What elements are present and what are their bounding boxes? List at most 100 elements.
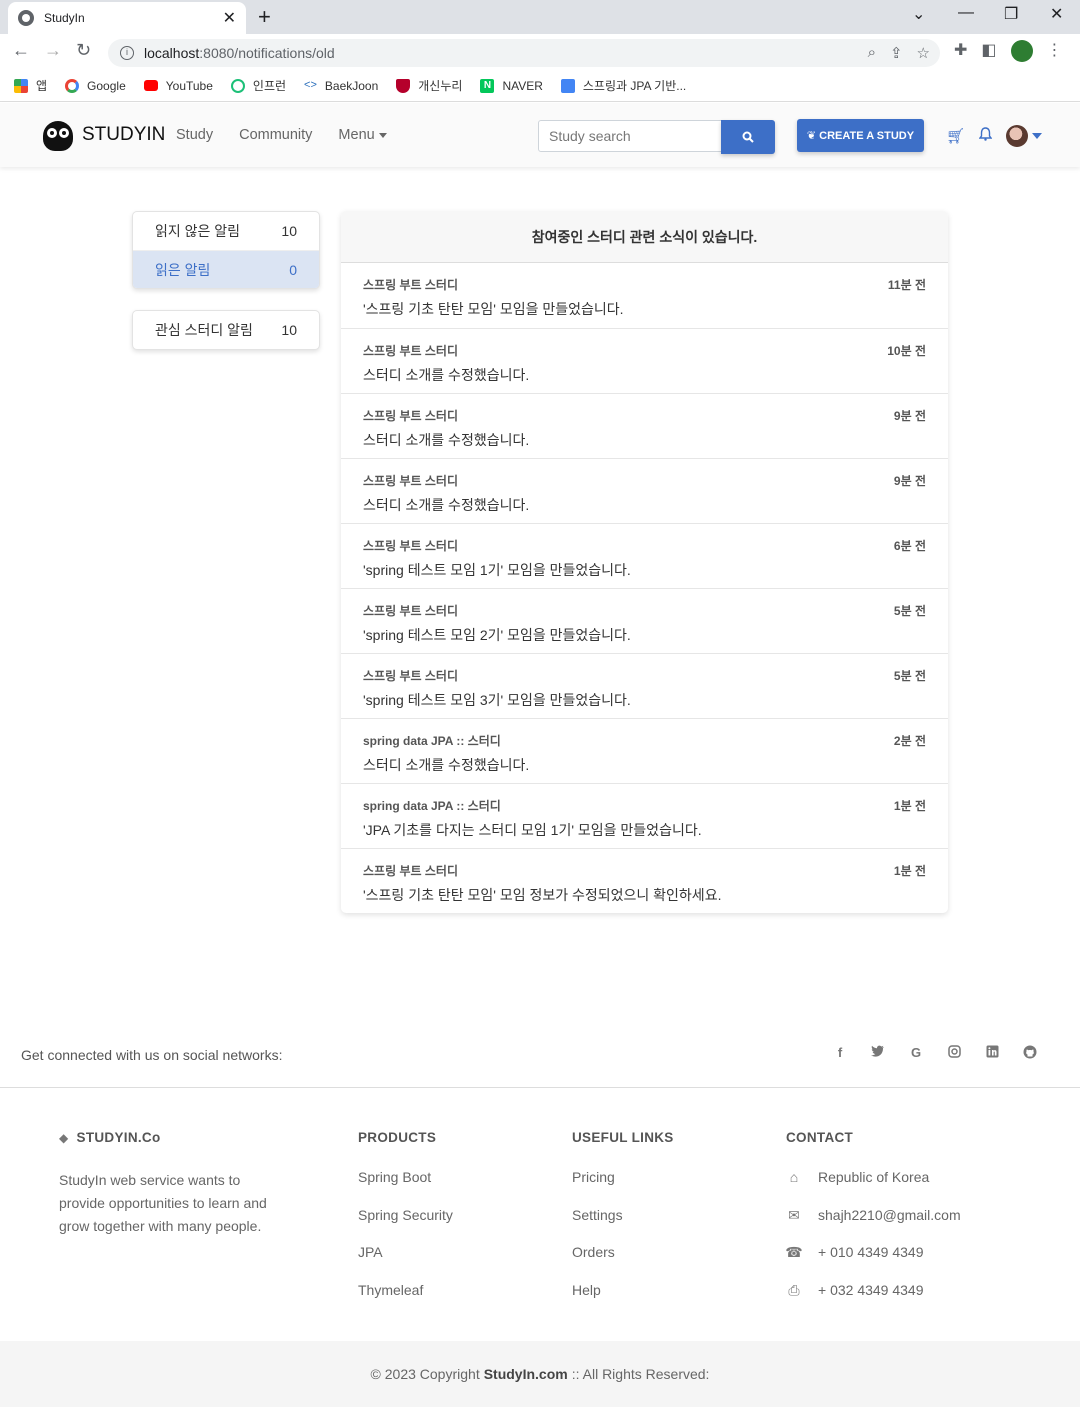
github-icon[interactable] [1022,1045,1038,1061]
nav-study-link[interactable]: Study [176,127,213,143]
share-icon[interactable]: ⇪ [890,44,903,62]
footer-link-spring-boot[interactable]: Spring Boot [358,1169,453,1207]
footer-link-orders[interactable]: Orders [572,1244,674,1282]
notification-item[interactable]: 스프링 부트 스터디 5분 전 'spring 테스트 모임 2기' 모임을 만들었… [341,588,948,653]
tab-search-icon[interactable]: ⌄ [912,4,925,24]
minimize-icon[interactable]: — [958,4,974,22]
close-window-icon[interactable]: ✕ [1050,4,1063,24]
social-text: Get connected with us on social networks… [21,1047,283,1063]
footer-link-jpa[interactable]: JPA [358,1244,453,1282]
reload-icon[interactable]: ↻ [76,40,91,61]
bookmark-naver[interactable]: N NAVER [480,78,543,93]
bell-icon[interactable] [978,127,993,145]
bookmark-youtube[interactable]: YouTube [143,79,213,93]
notification-time: 9분 전 [893,474,926,488]
naver-icon: N [480,78,495,93]
notification-time: 10분 전 [887,344,926,358]
apps-grid-icon [14,78,28,93]
home-icon: ⌂ [789,1169,799,1185]
facebook-icon[interactable]: f [832,1045,848,1061]
notification-filter-group: 읽지 않은 알림 10 읽은 알림 0 [132,211,320,289]
instagram-icon[interactable] [946,1045,962,1061]
sidebar-item-interest[interactable]: 관심 스터디 알림 10 [133,311,319,349]
sidebar-item-read[interactable]: 읽은 알림 0 [133,250,319,288]
site-info-icon[interactable]: i [120,46,134,60]
twitter-icon[interactable] [870,1045,886,1061]
notification-item[interactable]: 스프링 부트 스터디 9분 전 스터디 소개를 수정했습니다. [341,458,948,523]
profile-avatar[interactable] [1010,40,1033,62]
study-search-input[interactable] [538,120,722,152]
notification-study-name: 스프링 부트 스터디 [363,344,458,358]
notification-message: 스터디 소개를 수정했습니다. [363,757,530,773]
footer-company-column: ◆ STUDYIN.Co StudyIn web service wants t… [59,1130,289,1238]
site-logo[interactable]: STUDYIN [40,117,165,153]
bookmark-gaesin[interactable]: 개신누리 [396,77,462,94]
contact-phone: ☎ + 010 4349 4349 [785,1244,924,1260]
contact-email: ✉ shajh2210@gmail.com [786,1207,961,1245]
new-tab-icon[interactable]: + [258,4,271,30]
bookmark-google[interactable]: Google [65,78,126,93]
zoom-icon[interactable]: ⌕ [868,44,876,62]
footer-link-settings[interactable]: Settings [572,1207,674,1245]
notification-list: 스프링 부트 스터디 11분 전 '스프링 기초 탄탄 모임' 모임을 만들었습니다… [341,263,948,913]
notification-item[interactable]: 스프링 부트 스터디 5분 전 'spring 테스트 모임 3기' 모임을 만들었… [341,653,948,718]
search-button[interactable] [721,120,775,154]
count-badge: 10 [281,322,297,338]
cart-icon[interactable]: 🛒︎ [946,127,965,145]
footer-link-spring-security[interactable]: Spring Security [358,1207,453,1245]
notification-item[interactable]: 스프링 부트 스터디 10분 전스터디 소개를 수정했습니다. [341,328,948,393]
search-icon [742,131,754,143]
bookmark-inflearn[interactable]: 인프런 [230,77,286,94]
notification-item[interactable]: 스프링 부트 스터디 1분 전 '스프링 기초 탄탄 모임' 모임 정보가 수정되었… [341,848,948,913]
notification-message: 'spring 테스트 모임 3기' 모임을 만들었습니다. [363,692,631,708]
notification-time: 1분 전 [893,799,926,813]
bookmark-baekjoon[interactable]: <> BaekJoon [304,79,378,93]
notification-study-name: spring data JPA :: 스터디 [363,734,501,748]
bookmarks-bar: 앱 Google YouTube 인프런 <> BaekJoon 개신누리 N NA… [0,70,1080,102]
notification-study-name: 스프링 부트 스터디 [363,539,458,553]
bookmark-apps[interactable]: 앱 [14,77,47,94]
restore-icon[interactable]: ❐ [1004,4,1018,24]
bookmark-docs[interactable]: 스프링과 JPA 기반... [560,77,686,94]
notification-time: 5분 전 [893,604,926,618]
footer-link-thymeleaf[interactable]: Thymeleaf [358,1282,453,1320]
notification-item[interactable]: 스프링 부트 스터디 9분 전 스터디 소개를 수정했습니다. [341,393,948,458]
back-icon[interactable]: ← [12,40,30,61]
create-study-button[interactable]: ❦ CREATE A STUDY [797,119,924,152]
notification-study-name: 스프링 부트 스터디 [363,278,458,292]
side-panel-icon[interactable]: ◧ [981,40,996,62]
bookmark-star-icon[interactable]: ☆ [917,44,930,62]
caret-down-icon[interactable] [1032,133,1043,139]
extensions-icon[interactable]: ✚ [954,40,967,62]
forward-icon[interactable]: → [44,40,62,61]
copyright-brand-link[interactable]: StudyIn.com [484,1366,568,1382]
linkedin-icon[interactable] [984,1045,1000,1061]
sidebar-item-unread[interactable]: 읽지 않은 알림 10 [133,212,319,250]
phone-icon: ☎ [785,1244,803,1260]
user-avatar[interactable] [1006,125,1029,147]
notification-message: 'JPA 기초를 다지는 스터디 모임 1기' 모임을 만들었습니다. [363,822,702,838]
contact-fax: ⎙ + 032 4349 4349 [786,1282,961,1320]
notification-item[interactable]: spring data JPA :: 스터디 1분 전 'JPA 기초를 다지는 스… [341,783,948,848]
notification-item[interactable]: 스프링 부트 스터디 6분 전 'spring 테스트 모임 1기' 모임을 만들었… [341,523,948,588]
notification-item[interactable]: 스프링 부트 스터디 11분 전 '스프링 기초 탄탄 모임' 모임을 만들었습니다… [341,263,948,328]
nav-menu-dropdown[interactable]: Menu [338,127,387,143]
notification-time: 11분 전 [887,278,926,292]
notification-item[interactable]: spring data JPA :: 스터디 2분 전 스터디 소개를 수정했습니다… [341,718,948,783]
browser-menu-icon[interactable]: ⋮ [1047,40,1063,62]
url-text: localhost:8080/notifications/old [144,45,335,61]
nav-community-link[interactable]: Community [239,127,312,143]
youtube-icon [143,80,158,91]
notification-message: 스터디 소개를 수정했습니다. [363,432,530,448]
footer-link-help[interactable]: Help [572,1282,674,1320]
plant-icon: ❦ [806,130,817,142]
google-icon[interactable]: G [908,1045,924,1061]
footer-link-pricing[interactable]: Pricing [572,1169,674,1207]
notification-message: 스터디 소개를 수정했습니다. [363,367,530,383]
address-bar[interactable]: i localhost:8080/notifications/old ⌕ ⇪ ☆ [108,39,940,67]
browser-toolbar: ← → ↻ i localhost:8080/notifications/old… [0,34,1080,70]
caret-down-icon [378,132,387,138]
close-tab-icon[interactable]: ✕ [223,8,236,28]
browser-tab[interactable]: StudyIn ✕ [8,2,246,34]
extension-area: ✚ ◧ ⋮ [954,40,1063,62]
